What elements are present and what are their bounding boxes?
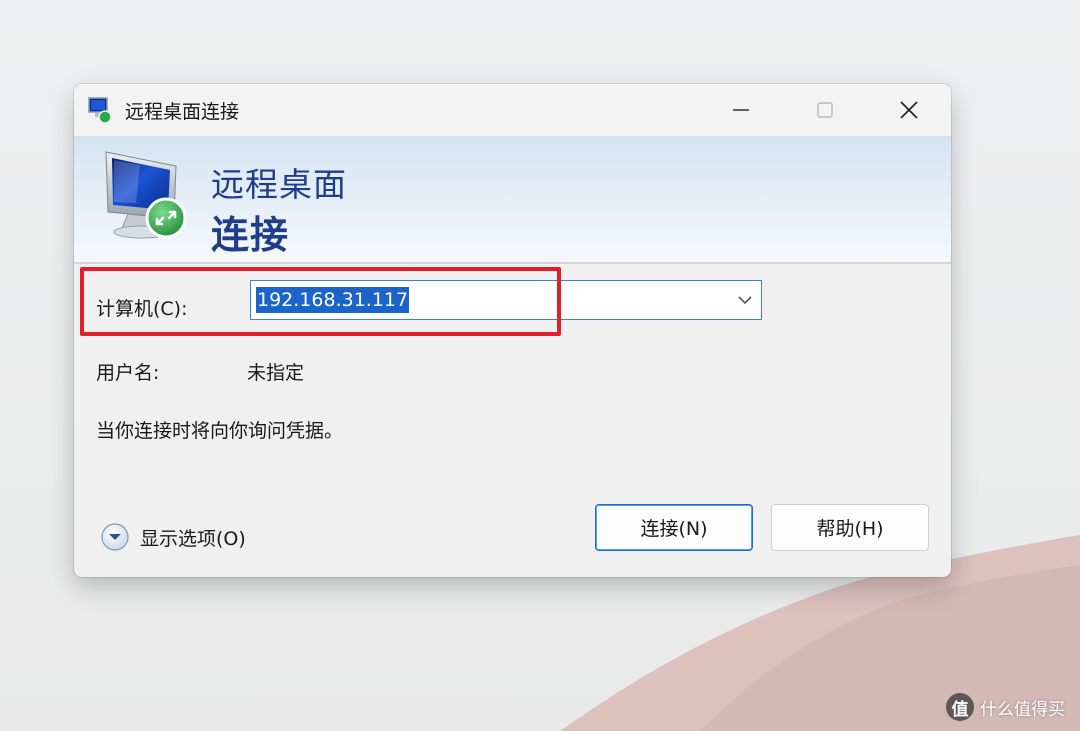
- header-banner: [74, 136, 951, 264]
- show-options-toggle[interactable]: 显示选项(O): [100, 522, 246, 552]
- close-button[interactable]: [867, 84, 951, 136]
- remote-desktop-icon: [105, 151, 187, 239]
- username-value: 未指定: [247, 362, 305, 384]
- remote-desktop-icon: [88, 97, 112, 124]
- watermark-logo: 值: [946, 693, 974, 721]
- expand-options-icon[interactable]: [100, 522, 130, 552]
- help-button[interactable]: 帮助(H): [771, 504, 929, 551]
- credentials-info-text: 当你连接时将向你询问凭据。: [96, 420, 344, 442]
- connect-button[interactable]: 连接(N): [595, 504, 753, 551]
- banner-title-line2: 连接: [211, 213, 290, 257]
- maximize-icon: [817, 102, 833, 118]
- banner-divider: [74, 262, 951, 264]
- watermark-text: 什么值得买: [980, 699, 1065, 720]
- show-options-label[interactable]: 显示选项(O): [140, 524, 246, 551]
- window-title: 远程桌面连接: [125, 101, 240, 123]
- minimize-button[interactable]: [699, 84, 783, 136]
- chevron-down-icon[interactable]: [737, 293, 753, 307]
- maximize-button[interactable]: [783, 84, 867, 136]
- username-label: 用户名:: [96, 362, 160, 384]
- banner-title-line1: 远程桌面: [211, 165, 347, 204]
- watermark: 值 什么值得买: [946, 693, 1065, 721]
- annotation-highlight-box: [80, 267, 561, 336]
- title-bar[interactable]: 远程桌面连接: [74, 84, 951, 136]
- remote-desktop-window: 远程桌面连接 远程桌面 连接 计算机(C): 192.168.31.117 用户…: [74, 84, 951, 577]
- close-icon: [900, 101, 918, 119]
- minimize-icon: [733, 109, 749, 111]
